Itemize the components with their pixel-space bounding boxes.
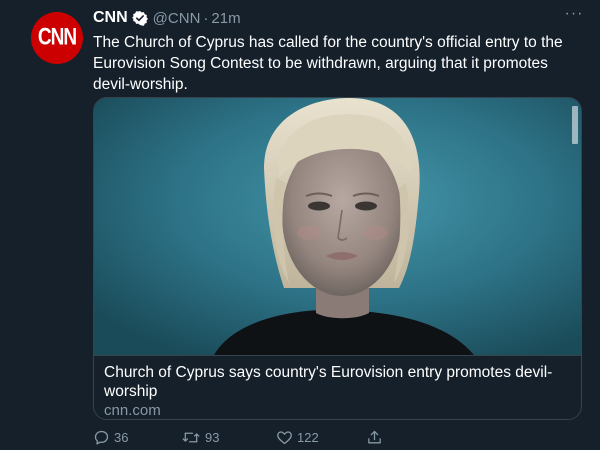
avatar[interactable]: CNN xyxy=(31,12,83,64)
reply-count: 36 xyxy=(114,429,129,445)
timestamp[interactable]: 21m xyxy=(211,10,240,27)
retweet-button[interactable]: 93 xyxy=(181,428,219,446)
cnn-logo: CNN xyxy=(37,24,77,51)
retweet-icon xyxy=(182,432,200,442)
verified-badge-icon xyxy=(131,10,148,26)
reply-icon xyxy=(94,430,109,445)
heart-icon xyxy=(277,430,292,444)
separator-dot: · xyxy=(203,9,209,27)
card-body: Church of Cyprus says country's Eurovisi… xyxy=(94,355,581,419)
card-domain: cnn.com xyxy=(104,402,161,419)
tweet[interactable]: CNN CNN @CNN · 21m ··· The Church of Cyp… xyxy=(0,0,600,450)
card-title: Church of Cyprus says country's Eurovisi… xyxy=(104,364,553,400)
reply-button[interactable]: 36 xyxy=(93,428,128,446)
author-handle[interactable]: @CNN xyxy=(153,10,201,27)
like-count: 122 xyxy=(297,429,319,445)
card-image xyxy=(94,98,581,355)
author-name[interactable]: CNN xyxy=(93,9,128,27)
tweet-header: CNN @CNN · 21m xyxy=(93,8,241,28)
share-button[interactable] xyxy=(366,428,383,446)
watermark xyxy=(572,106,578,144)
tweet-text: The Church of Cyprus has called for the … xyxy=(93,34,563,93)
like-button[interactable]: 122 xyxy=(276,428,319,446)
portrait-illustration xyxy=(94,98,581,355)
tweet-actions: 36 93 122 xyxy=(93,428,393,446)
more-options-icon[interactable]: ··· xyxy=(564,6,584,24)
link-card[interactable]: Church of Cyprus says country's Eurovisi… xyxy=(93,97,582,420)
share-icon xyxy=(368,430,381,443)
retweet-count: 93 xyxy=(205,429,220,445)
